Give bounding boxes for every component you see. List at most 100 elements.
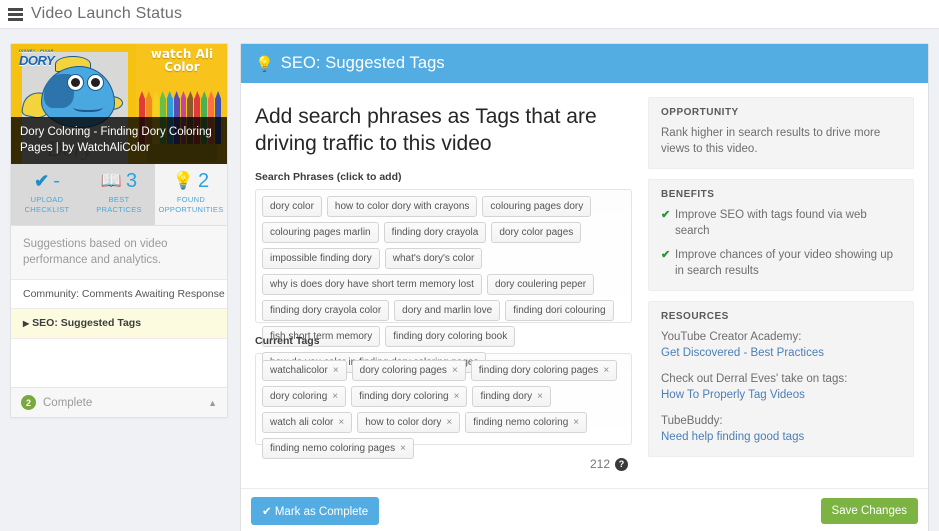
character-count-value: 212: [589, 457, 610, 471]
mark-as-complete-button[interactable]: ✔ Mark as Complete: [251, 496, 380, 525]
benefits-panel: BENEFITS ✔ Improve SEO with tags found v…: [648, 179, 914, 291]
stat-upload-checklist[interactable]: ✔ - UPLOAD CHECKLIST: [11, 164, 83, 225]
info-pane: OPPORTUNITY Rank higher in search result…: [648, 97, 914, 488]
sidebar-item-seo-label: SEO: Suggested Tags: [32, 317, 142, 329]
check-icon: ✔: [34, 171, 50, 191]
check-icon: ✔: [661, 249, 671, 261]
current-tag-pill[interactable]: how to color dory ×: [357, 412, 461, 433]
current-tag-pill[interactable]: finding dory coloring pages ×: [470, 360, 618, 381]
stat-best-label-2: PRACTICES: [96, 204, 142, 214]
fish-eye-left: [67, 74, 84, 91]
current-tags-box[interactable]: watchalicolor × dory coloring pages × findin…: [255, 353, 632, 459]
thumbnail-caption: Dory Coloring - Finding Dory Coloring Pa…: [11, 117, 227, 164]
stat-best-practices[interactable]: 📖 3 BEST PRACTICES: [83, 164, 155, 225]
current-tag-pill[interactable]: finding nemo coloring pages ×: [262, 438, 414, 459]
sidebar-item-community[interactable]: Community: Comments Awaiting Response: [11, 280, 227, 309]
remove-tag-icon[interactable]: ×: [446, 417, 452, 428]
search-phrase-pill[interactable]: finding dory crayola: [383, 222, 487, 243]
current-tag-label: finding nemo coloring pages: [270, 443, 396, 454]
stat-upload-label: UPLOAD CHECKLIST: [11, 195, 83, 214]
stat-found-opportunities[interactable]: 💡 2 FOUND OPPORTUNITIES: [155, 164, 227, 225]
benefit-item: ✔ Improve chances of your video showing …: [661, 247, 901, 279]
search-phrase-label: finding dory crayola: [391, 227, 479, 238]
benefits-title: BENEFITS: [661, 189, 715, 200]
benefit-text: Improve SEO with tags found via web sear…: [675, 209, 867, 237]
resource-link-creator-academy[interactable]: Get Discovered - Best Practices: [661, 345, 901, 361]
current-tag-pill[interactable]: watchalicolor ×: [262, 360, 347, 381]
search-phrase-pill[interactable]: colouring pages dory: [482, 196, 592, 217]
resource-link-tag-videos[interactable]: How To Properly Tag Videos: [661, 387, 901, 403]
page-container: DISNEY · PIXAR DORY Dory watch Ali Color: [0, 29, 939, 531]
search-phrase-pill[interactable]: finding dory coloring book: [385, 326, 516, 347]
search-phrase-pill[interactable]: finding dori colouring: [505, 300, 614, 321]
search-phrase-pill[interactable]: colouring pages marlin: [262, 222, 379, 243]
resource-text: YouTube Creator Academy:: [661, 331, 802, 343]
stat-upload-value: -: [53, 170, 60, 192]
complete-count-badge: 2: [21, 395, 36, 410]
current-tag-pill[interactable]: finding nemo coloring ×: [465, 412, 588, 433]
search-phrase-pill[interactable]: dory color pages: [491, 222, 582, 243]
save-changes-button[interactable]: Save Changes: [820, 497, 918, 524]
search-phrase-pill[interactable]: what's dory's color: [384, 248, 483, 269]
remove-tag-icon[interactable]: ×: [452, 365, 458, 376]
sidebar-item-seo-suggested-tags[interactable]: ▶ SEO: Suggested Tags: [11, 309, 227, 339]
stat-best-line: 📖 3: [83, 170, 155, 192]
video-stats-row: ✔ - UPLOAD CHECKLIST 📖 3 BEST PRACTICES: [11, 164, 227, 226]
main-panel-title: SEO: Suggested Tags: [280, 54, 445, 72]
remove-tag-icon[interactable]: ×: [537, 391, 543, 402]
resource-group: Check out Derral Eves' take on tags: How…: [661, 371, 901, 403]
remove-tag-icon[interactable]: ×: [603, 365, 609, 376]
stat-found-label-1: FOUND: [176, 195, 206, 204]
search-phrase-label: what's dory's color: [392, 253, 475, 264]
current-tag-pill[interactable]: watch ali color ×: [262, 412, 353, 433]
current-tag-pill[interactable]: dory coloring pages ×: [351, 360, 466, 381]
mark-as-complete-label: Mark as Complete: [274, 505, 369, 518]
caret-up-icon[interactable]: ▲: [208, 398, 217, 408]
remove-tag-icon[interactable]: ×: [400, 443, 406, 454]
search-phrase-pill[interactable]: dory and marlin love: [394, 300, 501, 321]
search-phrases-label: Search Phrases (click to add): [255, 171, 402, 183]
search-phrase-pill[interactable]: impossible finding dory: [262, 248, 380, 269]
search-phrase-pill[interactable]: finding dory crayola color: [262, 300, 390, 321]
current-tag-pill[interactable]: dory coloring ×: [262, 386, 347, 407]
remove-tag-icon[interactable]: ×: [333, 365, 339, 376]
search-phrases-box[interactable]: dory color how to color dory with crayons…: [255, 189, 632, 373]
dory-logo: DISNEY · PIXAR DORY: [19, 48, 55, 68]
thumbnail-brand-text: watch Ali Color: [150, 47, 214, 74]
benefit-item: ✔ Improve SEO with tags found via web se…: [661, 207, 901, 239]
search-phrase-pill[interactable]: why is does dory have short term memory …: [262, 274, 482, 295]
resources-panel: RESOURCES YouTube Creator Academy: Get D…: [648, 301, 914, 457]
remove-tag-icon[interactable]: ×: [573, 417, 579, 428]
search-phrase-label: finding dory coloring book: [393, 331, 508, 342]
stat-upload-line: ✔ -: [11, 170, 83, 192]
search-phrase-pill[interactable]: how to color dory with crayons: [326, 196, 478, 217]
main-panel-footer: ✔ Mark as Complete Save Changes: [241, 488, 928, 531]
page-title: Video Launch Status: [31, 5, 183, 22]
resource-text: TubeBuddy:: [661, 415, 723, 427]
opportunity-panel: OPPORTUNITY Rank higher in search result…: [648, 97, 914, 169]
resource-group: YouTube Creator Academy: Get Discovered …: [661, 329, 901, 361]
current-tag-pill[interactable]: finding dory ×: [472, 386, 551, 407]
current-tag-label: dory coloring pages: [359, 365, 447, 376]
fish-mouth: [73, 100, 103, 112]
search-phrase-label: dory coulering peper: [494, 279, 587, 290]
benefit-text: Improve chances of your video showing up…: [675, 249, 893, 277]
search-phrase-label: dory color: [270, 201, 314, 212]
remove-tag-icon[interactable]: ×: [332, 391, 338, 402]
lightbulb-icon: 💡: [255, 55, 274, 73]
remove-tag-icon[interactable]: ×: [454, 391, 460, 402]
video-thumbnail[interactable]: DISNEY · PIXAR DORY Dory watch Ali Color: [11, 44, 227, 164]
search-phrase-pill[interactable]: dory color: [262, 196, 322, 217]
main-panel-header: 💡 SEO: Suggested Tags: [241, 44, 928, 83]
search-phrase-label: why is does dory have short term memory …: [270, 279, 474, 290]
current-tag-pill[interactable]: finding dory coloring ×: [351, 386, 468, 407]
question-mark-icon[interactable]: ?: [615, 457, 628, 471]
opportunity-title: OPPORTUNITY: [661, 107, 739, 118]
opportunity-text: Rank higher in search results to drive m…: [661, 127, 881, 155]
current-tag-label: finding dory: [480, 391, 533, 402]
resource-link-tubebuddy[interactable]: Need help finding good tags: [661, 429, 901, 445]
search-phrase-pill[interactable]: dory coulering peper: [486, 274, 595, 295]
remove-tag-icon[interactable]: ×: [338, 417, 344, 428]
headline: Add search phrases as Tags that are driv…: [255, 105, 597, 155]
complete-label: Complete: [43, 396, 93, 409]
